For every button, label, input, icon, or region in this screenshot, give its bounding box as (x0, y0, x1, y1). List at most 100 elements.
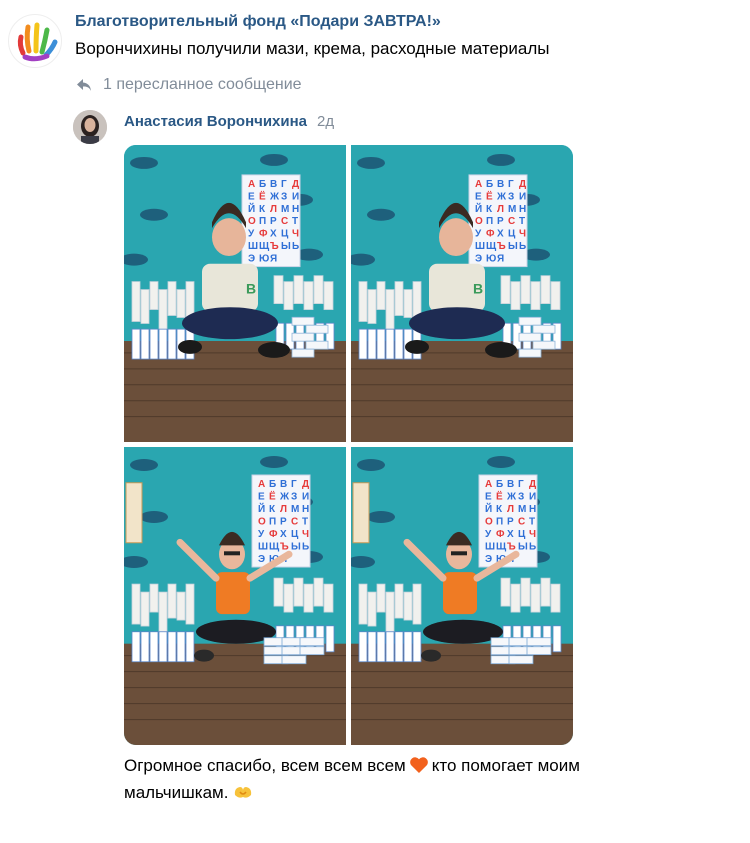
svg-text:И: И (529, 492, 536, 503)
svg-text:Н: Н (519, 204, 526, 215)
svg-text:И: И (292, 191, 299, 202)
boy-with-cosmetics-photo: А Б В Г ДЕ Ё Ж З ИЙ К Л М НО П Р С ТУ Ф Х Ц ЧШ Щ Ъ Ы ЬЭ Ю ЯВ (124, 145, 346, 442)
svg-text:Я: Я (270, 254, 277, 265)
svg-text:Н: Н (292, 204, 299, 215)
svg-text:С: С (281, 216, 288, 227)
svg-text:Ф: Ф (486, 229, 495, 240)
svg-text:Е: Е (248, 191, 255, 202)
heart-hands-icon (235, 787, 252, 798)
svg-text:Ю: Ю (486, 254, 496, 265)
svg-text:Ц: Ц (291, 529, 299, 540)
svg-text:П: П (269, 517, 276, 528)
svg-text:Ш: Ш (485, 542, 495, 553)
svg-text:С: С (291, 517, 298, 528)
svg-text:Х: Х (270, 229, 277, 240)
svg-text:У: У (485, 529, 492, 540)
svg-text:Ц: Ц (508, 229, 516, 240)
svg-text:С: С (518, 517, 525, 528)
message-text: Огромное спасибо, всем всем всем кто помо… (124, 752, 684, 806)
svg-text:Щ: Щ (269, 542, 280, 553)
svg-text:Ы: Ы (281, 241, 291, 252)
svg-text:З: З (518, 492, 524, 503)
message-text-part1: Огромное спасибо, всем всем всем (124, 756, 406, 775)
svg-text:Щ: Щ (496, 542, 507, 553)
svg-text:Э: Э (485, 554, 492, 565)
svg-text:У: У (258, 529, 265, 540)
svg-text:Б: Б (269, 479, 276, 490)
svg-text:Ъ: Ъ (507, 542, 516, 553)
svg-text:Н: Н (302, 504, 309, 515)
svg-text:Ф: Ф (496, 529, 505, 540)
svg-text:О: О (485, 517, 493, 528)
author-avatar[interactable] (73, 110, 107, 144)
colorful-hand-logo-icon (17, 22, 58, 62)
svg-text:Ф: Ф (259, 229, 268, 240)
reply-arrow-icon (77, 79, 91, 91)
svg-text:Ё: Ё (269, 490, 276, 503)
svg-text:Ф: Ф (269, 529, 278, 540)
photo-4[interactable]: АБВГДЕЁЖЗИЙКЛМНОПРСТУФХЦЧШЩЪЫЬЭЮЯ (351, 447, 573, 745)
svg-text:Ц: Ц (518, 529, 526, 540)
svg-text:Ъ: Ъ (270, 241, 279, 252)
svg-text:Б: Б (486, 179, 493, 190)
svg-text:Б: Б (259, 179, 266, 190)
svg-text:Ч: Ч (292, 229, 299, 240)
svg-text:С: С (508, 216, 515, 227)
svg-text:А: А (258, 479, 265, 490)
svg-text:Н: Н (529, 504, 536, 515)
svg-text:В: В (246, 281, 256, 297)
svg-text:В: В (497, 179, 504, 190)
svg-text:З: З (281, 191, 287, 202)
svg-text:А: А (248, 179, 255, 190)
svg-text:Ц: Ц (281, 229, 289, 240)
photo-2[interactable]: АБВГДЕЁЖЗИЙКЛМНОПРСТУФХЦЧШЩЪЫЬЭЮЯВ (351, 145, 573, 442)
svg-text:Ч: Ч (529, 529, 536, 540)
org-avatar[interactable] (8, 14, 62, 68)
forwarded-messages-link[interactable]: 1 пересланное сообщение (75, 76, 302, 94)
svg-text:А: А (485, 479, 492, 490)
svg-text:Г: Г (508, 179, 514, 190)
svg-text:Ш: Ш (248, 241, 258, 252)
svg-text:Ё: Ё (486, 191, 493, 202)
svg-text:Г: Г (518, 479, 524, 490)
photo-1[interactable]: АБВГДЕЁЖЗИЙКЛМНОПРСТУФХЦЧШЩЪЫЬЭЮЯВ (124, 145, 346, 442)
svg-text:К: К (269, 504, 276, 515)
svg-text:О: О (258, 517, 266, 528)
svg-text:В: В (507, 479, 514, 490)
svg-text:Ч: Ч (302, 529, 309, 540)
svg-text:Ж: Ж (506, 492, 517, 503)
svg-text:Е: Е (475, 191, 482, 202)
svg-text:Ь: Ь (302, 542, 309, 553)
svg-text:Г: Г (281, 179, 287, 190)
message-time[interactable]: 2д (317, 113, 334, 130)
svg-text:Х: Х (497, 229, 504, 240)
svg-text:Й: Й (475, 203, 482, 215)
svg-text:Ж: Ж (269, 191, 280, 202)
svg-text:Ч: Ч (519, 229, 526, 240)
svg-text:Д: Д (302, 479, 309, 490)
svg-text:Й: Й (248, 203, 255, 215)
svg-text:К: К (496, 504, 503, 515)
svg-text:Е: Е (485, 492, 492, 503)
svg-text:Э: Э (248, 254, 255, 265)
svg-text:Ё: Ё (259, 191, 266, 202)
author-name-link[interactable]: Анастасия Ворончихина (124, 113, 307, 130)
svg-text:М: М (281, 204, 289, 215)
svg-text:Д: Д (292, 179, 299, 190)
svg-text:Л: Л (270, 204, 277, 215)
svg-text:Л: Л (497, 204, 504, 215)
svg-text:К: К (486, 204, 493, 215)
photo-3[interactable]: АБВГДЕЁЖЗИЙКЛМНОПРСТУФХЦЧШЩЪЫЬЭЮЯ (124, 447, 346, 745)
svg-text:Л: Л (280, 504, 287, 515)
svg-text:Т: Т (519, 216, 525, 227)
svg-text:П: П (259, 216, 266, 227)
post-text: Ворончихины получили мази, крема, расход… (75, 39, 550, 58)
org-name-link[interactable]: Благотворительный фонд «Подари ЗАВТРА!» (75, 13, 441, 31)
svg-text:Т: Т (529, 517, 535, 528)
svg-text:Х: Х (507, 529, 514, 540)
svg-text:Ы: Ы (518, 542, 528, 553)
svg-text:Р: Р (270, 216, 277, 227)
svg-text:Я: Я (497, 254, 504, 265)
svg-text:Ю: Ю (259, 254, 269, 265)
svg-text:М: М (291, 504, 299, 515)
